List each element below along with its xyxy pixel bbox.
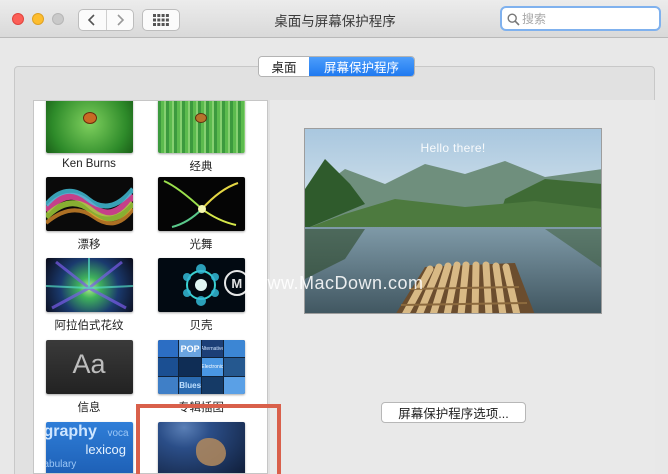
saver-item-drift[interactable]: 漂移 xyxy=(39,177,139,252)
word-text: abulary xyxy=(45,459,77,470)
saver-thumbnail: POP Alternative Electronic Blues xyxy=(157,340,245,394)
word-text: voca xyxy=(107,428,129,439)
saver-item-message[interactable]: Aa 信息 xyxy=(39,340,139,415)
word-text: graphy xyxy=(45,423,97,440)
saver-thumbnail: Aa xyxy=(45,340,133,394)
album-tile: Blues xyxy=(179,376,202,394)
chevron-left-icon xyxy=(88,14,96,26)
selection-highlight-box xyxy=(136,404,281,474)
chevron-right-icon xyxy=(117,14,125,26)
saver-thumbnail xyxy=(45,177,133,231)
saver-label: 漂移 xyxy=(77,239,101,251)
tab-desktop[interactable]: 桌面 xyxy=(259,57,309,76)
back-button[interactable] xyxy=(79,10,106,30)
close-window-button[interactable] xyxy=(12,13,24,25)
arabesque-pattern xyxy=(45,258,133,310)
window-title: 桌面与屏幕保护程序 xyxy=(274,14,396,29)
grid-icon xyxy=(153,14,169,26)
saver-thumbnail xyxy=(157,101,245,153)
drift-pattern xyxy=(45,187,133,226)
saver-label: 阿拉伯式花纹 xyxy=(54,320,124,332)
saver-thumbnail xyxy=(45,258,133,312)
saver-label: 经典 xyxy=(189,161,213,173)
saver-item-classic[interactable]: 经典 xyxy=(151,101,251,174)
search-field[interactable] xyxy=(500,6,661,31)
message-glyph: Aa xyxy=(72,349,106,379)
saver-thumbnail xyxy=(45,101,133,153)
flurry-pattern xyxy=(163,180,238,228)
saver-label: 信息 xyxy=(77,402,101,414)
album-tile: Electronic xyxy=(202,358,223,376)
saver-label: 贝壳 xyxy=(189,320,213,332)
show-all-button[interactable] xyxy=(142,9,180,31)
search-icon xyxy=(507,13,520,26)
ladybug-icon xyxy=(194,113,207,123)
saver-label: 光舞 xyxy=(189,239,213,251)
saver-label: Ken Burns xyxy=(62,158,116,170)
saver-item-word-of-the-day[interactable]: graphy voca lexicog abulary xyxy=(39,422,139,473)
word-text: lexicog xyxy=(85,442,126,457)
macdown-logo-icon: M xyxy=(224,270,250,296)
watermark-text: www.MacDown.com xyxy=(254,272,424,293)
saver-item-flurry[interactable]: 光舞 xyxy=(151,177,251,252)
title-bar: 桌面与屏幕保护程序 xyxy=(0,0,668,38)
tab-bar: 桌面 屏幕保护程序 xyxy=(258,56,415,77)
tab-screen-saver[interactable]: 屏幕保护程序 xyxy=(309,57,414,76)
zoom-window-button[interactable] xyxy=(52,13,64,25)
saver-item-ken-burns[interactable]: Ken Burns xyxy=(39,101,139,170)
screen-saver-options-button[interactable]: 屏幕保护程序选项... xyxy=(381,402,526,423)
saver-thumbnail: graphy voca lexicog abulary xyxy=(45,422,133,473)
saver-item-arabesque[interactable]: 阿拉伯式花纹 xyxy=(39,258,139,333)
navigation-buttons xyxy=(78,9,134,31)
minimize-window-button[interactable] xyxy=(32,13,44,25)
preview-caption: Hello there! xyxy=(420,141,486,155)
watermark: M www.MacDown.com xyxy=(224,270,424,296)
album-tile: POP xyxy=(179,340,202,358)
search-input[interactable] xyxy=(522,10,652,28)
album-grid: POP Alternative Electronic Blues xyxy=(157,340,245,394)
forward-button[interactable] xyxy=(105,10,133,30)
album-tile: Alternative xyxy=(202,340,223,358)
saver-thumbnail xyxy=(157,177,245,231)
ladybug-icon xyxy=(82,112,97,124)
